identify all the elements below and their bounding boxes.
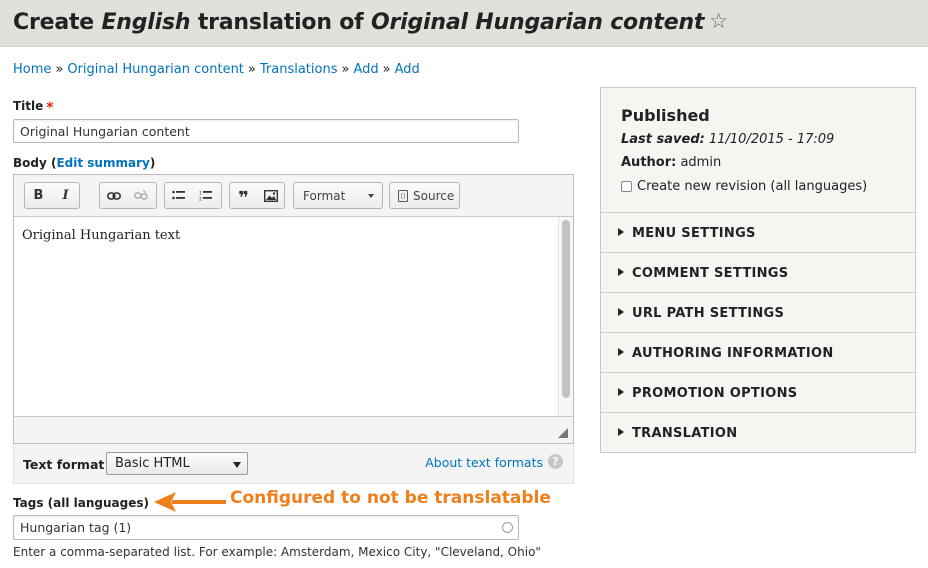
author-value: admin <box>676 155 722 170</box>
last-saved-value: 11/10/2015 - 17:09 <box>704 132 835 147</box>
svg-text:1: 1 <box>199 191 202 197</box>
unlink-icon[interactable] <box>127 183 154 208</box>
star-outline-icon[interactable]: ☆ <box>709 9 728 33</box>
italic-button[interactable]: I <box>52 183 79 208</box>
accordion-label: AUTHORING INFORMATION <box>632 346 834 361</box>
breadcrumb-add[interactable]: Add <box>353 62 378 77</box>
breadcrumb-separator: » <box>382 62 391 77</box>
page-title-language: English <box>101 10 191 35</box>
svg-text:2: 2 <box>199 197 202 202</box>
triangle-right-icon <box>618 348 624 356</box>
breadcrumb-separator: » <box>247 62 256 77</box>
editor-toolbar: B I 12 ❞ Format ⟨⟩ Source <box>14 175 573 217</box>
triangle-right-icon <box>618 268 624 276</box>
breadcrumb-add-2[interactable]: Add <box>395 62 420 77</box>
breadcrumb-node[interactable]: Original Hungarian content <box>67 62 244 77</box>
triangle-right-icon <box>618 428 624 436</box>
about-text-formats-link[interactable]: About text formats <box>425 455 543 470</box>
author: Author: admin <box>621 155 721 170</box>
accordion-comment-settings[interactable]: COMMENT SETTINGS <box>601 253 915 293</box>
body-label: Body (Edit summary) <box>13 156 155 170</box>
accordion-label: TRANSLATION <box>632 426 738 441</box>
new-revision-checkbox[interactable] <box>621 181 632 192</box>
numbered-list-icon[interactable]: 12 <box>192 183 219 208</box>
source-button-label: Source <box>413 188 455 203</box>
publish-status: Published <box>621 106 710 125</box>
last-saved: Last saved: 11/10/2015 - 17:09 <box>621 132 834 147</box>
image-icon[interactable] <box>257 183 284 208</box>
triangle-right-icon <box>618 388 624 396</box>
editor-text[interactable]: Original Hungarian text <box>22 228 180 243</box>
toolbar-group-lists: 12 <box>164 182 222 209</box>
accordion-menu-settings[interactable]: MENU SETTINGS <box>601 213 915 253</box>
toolbar-group-links <box>99 182 157 209</box>
annotation-arrow-icon <box>154 492 226 512</box>
text-format-selected: Basic HTML <box>115 456 190 471</box>
format-dropdown[interactable]: Format <box>293 182 383 209</box>
page-title: Create English translation of Original H… <box>13 9 728 35</box>
text-format-row: Text format Basic HTML About text format… <box>13 444 574 484</box>
page-title-node: Original Hungarian content <box>371 10 705 35</box>
accordion-label: COMMENT SETTINGS <box>632 266 789 281</box>
source-code-icon: ⟨⟩ <box>398 189 408 202</box>
body-label-suffix: ) <box>149 156 156 170</box>
chevron-down-icon <box>368 194 374 198</box>
blockquote-icon[interactable]: ❞ <box>230 183 257 209</box>
autocomplete-icon <box>502 522 513 533</box>
bold-button[interactable]: B <box>25 183 52 208</box>
accordion-url-path-settings[interactable]: URL PATH SETTINGS <box>601 293 915 333</box>
chevron-down-icon <box>233 462 241 468</box>
tags-label: Tags (all languages) <box>13 496 149 510</box>
page-header: Create English translation of Original H… <box>0 0 928 47</box>
edit-summary-link[interactable]: Edit summary <box>56 156 149 170</box>
accordion-translation[interactable]: TRANSLATION <box>601 413 915 453</box>
accordion-label: MENU SETTINGS <box>632 226 756 241</box>
title-label-text: Title <box>13 99 44 113</box>
triangle-right-icon <box>618 228 624 236</box>
tags-input-value: Hungarian tag (1) <box>20 520 132 535</box>
text-format-label: Text format <box>23 457 105 472</box>
triangle-right-icon <box>618 308 624 316</box>
last-saved-label: Last saved: <box>621 132 705 147</box>
bulleted-list-icon[interactable] <box>165 183 192 208</box>
toolbar-group-basic: B I <box>24 182 80 209</box>
publish-meta: Published Last saved: 11/10/2015 - 17:09… <box>601 88 915 213</box>
accordion-promotion-options[interactable]: PROMOTION OPTIONS <box>601 373 915 413</box>
format-dropdown-label: Format <box>303 189 346 203</box>
help-icon[interactable]: ? <box>548 454 563 469</box>
required-marker: * <box>46 100 54 116</box>
new-revision-label[interactable]: Create new revision (all languages) <box>637 179 867 194</box>
text-format-select[interactable]: Basic HTML <box>106 452 248 475</box>
accordion-label: URL PATH SETTINGS <box>632 306 785 321</box>
breadcrumb-separator: » <box>341 62 350 77</box>
source-button[interactable]: ⟨⟩ Source <box>389 182 460 209</box>
resize-grip-icon[interactable] <box>558 428 568 438</box>
annotation-text: Configured to not be translatable <box>230 488 551 508</box>
title-input[interactable]: Original Hungarian content <box>13 119 519 143</box>
tags-help-text: Enter a comma-separated list. For exampl… <box>13 545 541 559</box>
body-label-prefix: Body ( <box>13 156 57 170</box>
editor-scrollbar[interactable] <box>558 217 573 416</box>
accordion-authoring-information[interactable]: AUTHORING INFORMATION <box>601 333 915 373</box>
accordion-label: PROMOTION OPTIONS <box>632 386 798 401</box>
author-label: Author: <box>621 155 677 170</box>
breadcrumb-translations[interactable]: Translations <box>260 62 338 77</box>
new-revision-option[interactable]: Create new revision (all languages) <box>621 179 867 194</box>
editor-content-area[interactable]: Original Hungarian text <box>14 217 573 417</box>
link-icon[interactable] <box>100 183 127 208</box>
toolbar-group-blocks: ❞ <box>229 182 285 209</box>
tags-input[interactable]: Hungarian tag (1) <box>13 515 519 540</box>
breadcrumb-home[interactable]: Home <box>13 62 51 77</box>
breadcrumb: Home» Original Hungarian content» Translat… <box>13 62 420 77</box>
page-title-prefix: Create <box>13 10 102 35</box>
page-title-middle: translation of <box>190 10 372 35</box>
body-editor: B I 12 ❞ Format ⟨⟩ Source Original Hunga… <box>13 174 574 444</box>
scrollbar-thumb[interactable] <box>562 220 570 398</box>
sidebar: Published Last saved: 11/10/2015 - 17:09… <box>600 87 916 453</box>
title-label: Title * <box>13 99 54 116</box>
breadcrumb-separator: » <box>55 62 64 77</box>
